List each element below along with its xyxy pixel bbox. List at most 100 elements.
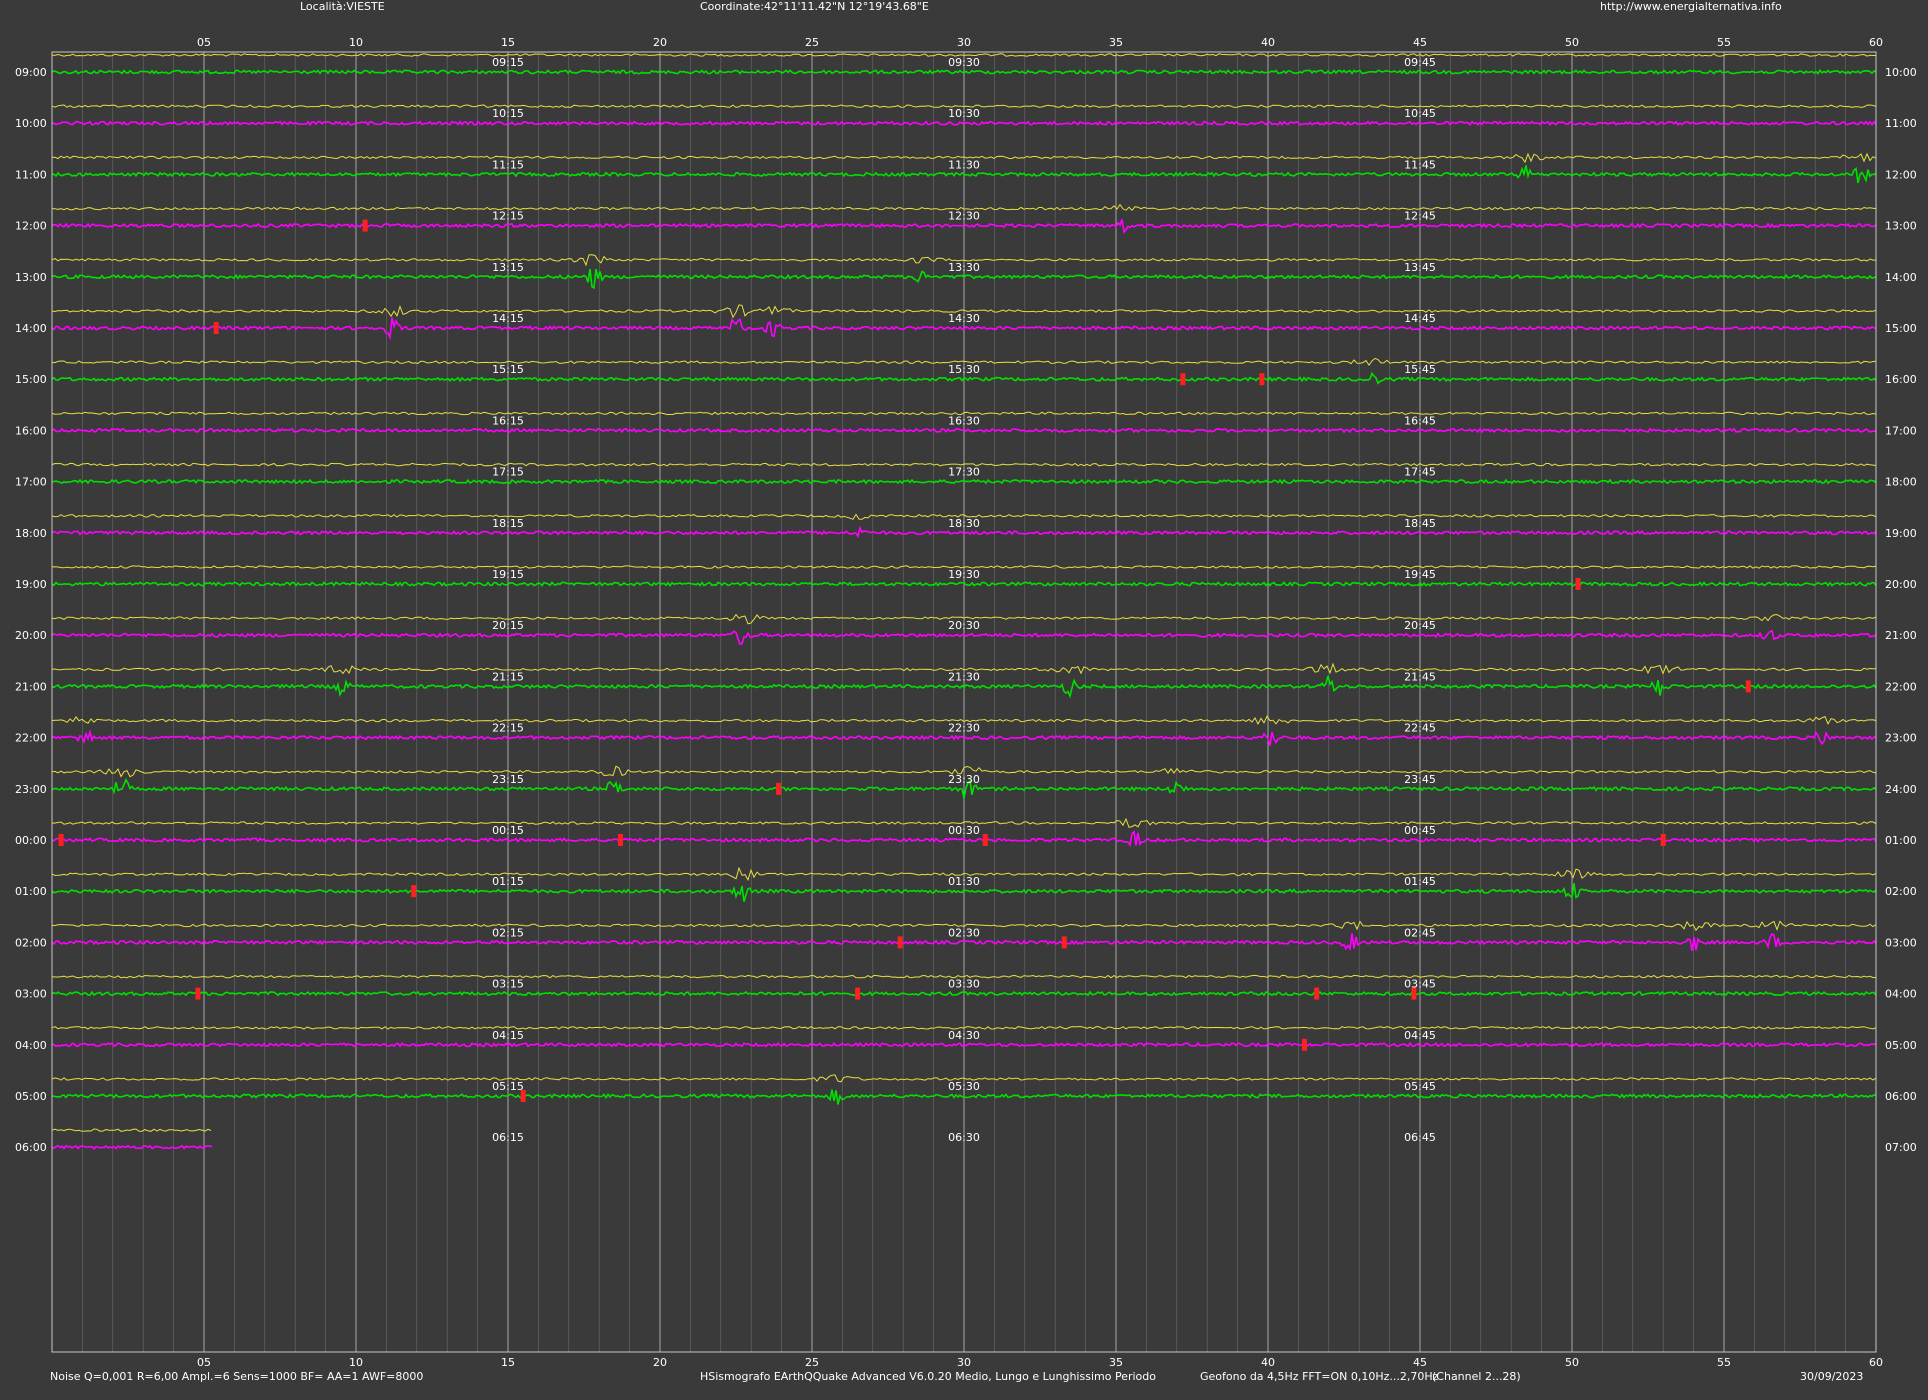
hour-row: 13:00 14:00 13:15 13:30 13:45	[15, 254, 1917, 290]
quarter-hour-label: 01:30	[948, 875, 980, 888]
quarter-hour-label: 23:15	[492, 773, 524, 786]
hour-row: 03:00 04:00 03:15 03:30 03:45	[15, 974, 1917, 1001]
row-start-label: 13:00	[15, 271, 47, 284]
row-start-label: 16:00	[15, 424, 47, 437]
row-end-label: 16:00	[1885, 373, 1917, 386]
quarter-hour-label: 13:30	[948, 261, 980, 274]
hour-row: 00:00 01:00 00:15 00:30 00:45	[15, 817, 1917, 848]
quarter-hour-label: 01:15	[492, 875, 524, 888]
quarter-hour-label: 15:45	[1404, 363, 1436, 376]
x-tick-label: 45	[1413, 1356, 1427, 1369]
row-end-label: 02:00	[1885, 885, 1917, 898]
hourly-traces: 09:00 10:00 09:15 09:30 09:45 10:00 11:00 10:15…	[15, 53, 1917, 1154]
event-marker	[1314, 987, 1320, 1000]
hour-row: 09:00 10:00 09:15 09:30 09:45	[15, 53, 1917, 79]
quarter-hour-label: 05:30	[948, 1080, 980, 1093]
seismic-trace	[51, 1144, 213, 1150]
x-tick-label: 20	[653, 36, 667, 49]
quarter-hour-label: 10:45	[1404, 107, 1436, 120]
quarter-hour-label: 04:15	[492, 1029, 524, 1042]
row-end-label: 04:00	[1885, 988, 1917, 1001]
quarter-hour-label: 14:45	[1404, 312, 1436, 325]
quarter-hour-label: 01:45	[1404, 875, 1436, 888]
x-tick-label: 15	[501, 1356, 515, 1369]
row-start-label: 22:00	[15, 732, 47, 745]
row-end-label: 01:00	[1885, 834, 1917, 847]
quarter-hour-label: 21:30	[948, 670, 980, 683]
hour-row: 12:00 13:00 12:15 12:30 12:45	[15, 203, 1917, 235]
quarter-hour-label: 13:15	[492, 261, 524, 274]
quarter-hour-label: 16:15	[492, 414, 524, 427]
row-end-label: 14:00	[1885, 271, 1917, 284]
row-start-label: 14:00	[15, 322, 47, 335]
quarter-hour-label: 21:45	[1404, 670, 1436, 683]
x-tick-label: 10	[349, 1356, 363, 1369]
noise-parameters: Noise Q=0,001 R=6,00 Ampl.=6 Sens=1000 B…	[50, 1370, 424, 1383]
x-tick-label: 30	[957, 36, 971, 49]
event-marker	[617, 834, 623, 846]
quarter-hour-label: 13:45	[1404, 261, 1436, 274]
x-tick-label: 10	[349, 36, 363, 49]
quarter-hour-label: 19:15	[492, 568, 524, 581]
quarter-hour-label: 22:30	[948, 722, 980, 735]
row-start-label: 12:00	[15, 220, 47, 233]
x-tick-label: 20	[653, 1356, 667, 1369]
event-marker	[362, 219, 368, 232]
quarter-hour-label: 03:45	[1404, 978, 1436, 991]
event-marker	[520, 1090, 526, 1102]
row-start-label: 23:00	[15, 783, 47, 796]
quarter-hour-label: 09:45	[1404, 56, 1436, 69]
quarter-hour-label: 19:30	[948, 568, 980, 581]
row-start-label: 05:00	[15, 1090, 47, 1103]
quarter-hour-label: 06:30	[948, 1131, 980, 1144]
event-marker	[411, 885, 417, 898]
row-start-label: 00:00	[15, 834, 47, 847]
quarter-hour-label: 20:45	[1404, 619, 1436, 632]
quarter-hour-label: 16:30	[948, 414, 980, 427]
x-tick-label: 60	[1869, 36, 1883, 49]
software-version: HSismografo EArthQQuake Advanced V6.0.20…	[700, 1370, 1156, 1383]
quarter-hour-label: 05:15	[492, 1080, 524, 1093]
hour-row: 22:00 23:00 22:15 22:30 22:45	[15, 715, 1917, 746]
event-marker	[58, 834, 64, 846]
quarter-hour-label: 17:15	[492, 466, 524, 479]
x-tick-label: 25	[805, 36, 819, 49]
quarter-hour-label: 11:30	[948, 158, 980, 171]
quarter-hour-label: 21:15	[492, 670, 524, 683]
quarter-hour-label: 23:30	[948, 773, 980, 786]
x-tick-label: 30	[957, 1356, 971, 1369]
event-marker	[213, 322, 219, 334]
event-marker	[1259, 373, 1265, 386]
quarter-hour-label: 00:15	[492, 824, 524, 837]
hour-row: 10:00 11:00 10:15 10:30 10:45	[15, 104, 1917, 130]
event-marker	[1745, 680, 1751, 693]
row-end-label: 12:00	[1885, 168, 1917, 181]
event-marker	[1411, 987, 1417, 1000]
quarter-hour-label: 00:45	[1404, 824, 1436, 837]
recording-date: 30/09/2023	[1800, 1370, 1864, 1383]
quarter-hour-label: 18:45	[1404, 517, 1436, 530]
quarter-hour-label: 11:45	[1404, 158, 1436, 171]
row-end-label: 03:00	[1885, 936, 1917, 949]
hour-row: 16:00 17:00 16:15 16:30 16:45	[15, 411, 1917, 437]
hour-row: 05:00 06:00 05:15 05:30 05:45	[15, 1074, 1917, 1105]
quarter-hour-label: 20:30	[948, 619, 980, 632]
quarter-hour-label: 09:30	[948, 56, 980, 69]
quarter-hour-label: 09:15	[492, 56, 524, 69]
row-end-label: 24:00	[1885, 783, 1917, 796]
x-tick-label: 55	[1717, 36, 1731, 49]
quarter-hour-label: 15:30	[948, 363, 980, 376]
hour-row: 11:00 12:00 11:15 11:30 11:45	[15, 152, 1917, 184]
event-markers	[58, 219, 1751, 1102]
row-start-label: 03:00	[15, 988, 47, 1001]
quarter-hour-label: 10:15	[492, 107, 524, 120]
event-marker	[1575, 578, 1581, 590]
x-tick-label: 25	[805, 1356, 819, 1369]
event-marker	[1660, 834, 1666, 846]
row-start-label: 02:00	[15, 936, 47, 949]
quarter-hour-label: 06:15	[492, 1131, 524, 1144]
quarter-hour-label: 12:45	[1404, 210, 1436, 223]
hour-row: 19:00 20:00 19:15 19:30 19:45	[15, 565, 1917, 591]
quarter-hour-label: 02:30	[948, 926, 980, 939]
x-tick-label: 55	[1717, 1356, 1731, 1369]
